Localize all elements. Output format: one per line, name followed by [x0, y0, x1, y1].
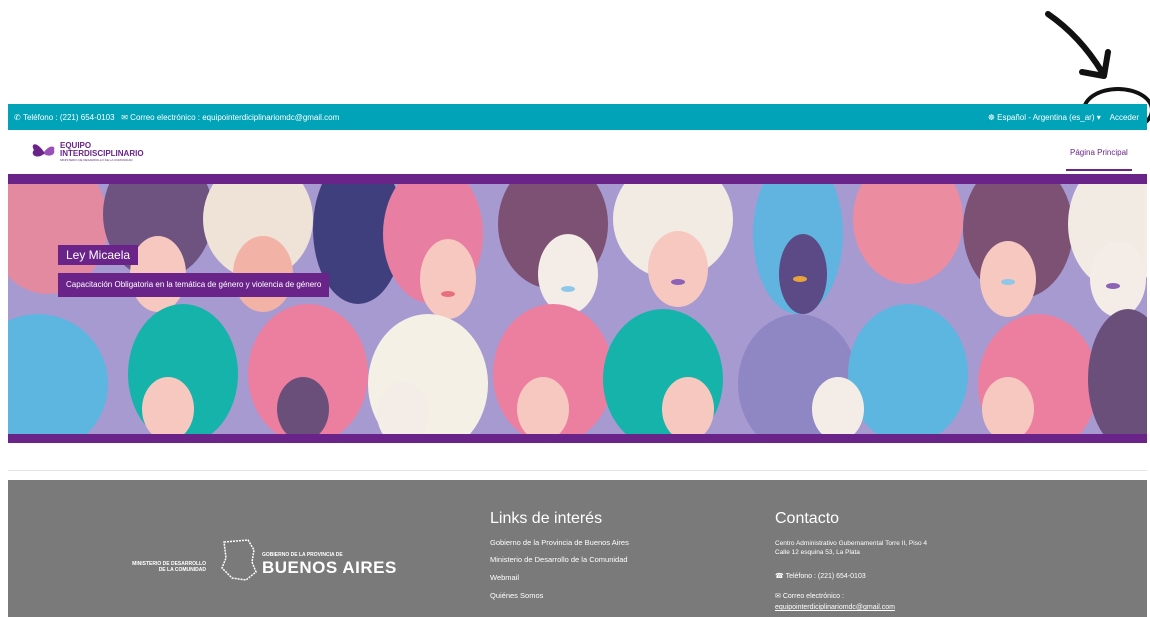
- footer-gov-logo-big: BUENOS AIRES: [262, 558, 397, 577]
- logo-line2: INTERDISCIPLINARIO: [60, 149, 144, 158]
- butterfly-logo-icon[interactable]: [30, 140, 58, 164]
- navbar: EQUIPO INTERDISCIPLINARIO MINISTERIO DE …: [8, 130, 1147, 174]
- contact-title: Contacto: [775, 510, 840, 527]
- phone-icon: ☎: [775, 573, 784, 580]
- hero-title: Ley Micaela: [58, 245, 139, 265]
- logo-text[interactable]: EQUIPO INTERDISCIPLINARIO: [60, 142, 144, 158]
- contact-email-label: ✉ Correo electrónico :: [775, 592, 844, 600]
- topbar-email[interactable]: Correo electrónico : equipointerdiciplin…: [130, 113, 339, 122]
- chevron-down-icon[interactable]: ▾: [1097, 113, 1101, 122]
- language-selector[interactable]: Español - Argentina (es_ar): [997, 113, 1094, 122]
- mail-icon: ✉: [775, 593, 781, 600]
- contact-email-label-text: Correo electrónico :: [782, 593, 844, 600]
- hero-top-band: [8, 174, 1147, 184]
- hero-bottom-band: [8, 434, 1147, 443]
- contact-address-line1: Centro Administrativo Gubernamental Torr…: [775, 540, 927, 547]
- contact-phone-text: Teléfono : (221) 654-0103: [785, 573, 866, 580]
- hero-subtitle: Capacitación Obligatoria en la temática …: [58, 273, 330, 297]
- province-map-icon: [221, 539, 257, 581]
- links-title: Links de interés: [490, 510, 603, 527]
- top-bar: ✆ Teléfono : (221) 654-0103 ✉ Correo ele…: [8, 104, 1147, 130]
- topbar-phone: Teléfono : (221) 654-0103: [22, 113, 115, 123]
- footer-link-ministry[interactable]: Ministerio de Desarrollo de la Comunidad: [490, 555, 628, 564]
- logo-subtext: MINISTERIO DE DESARROLLO DE LA COMUNIDAD: [60, 158, 133, 162]
- language-icon: ☸: [987, 113, 995, 123]
- annotation-arrow-icon: [1045, 11, 1111, 79]
- women-crowd-illustration: [8, 184, 1147, 434]
- nav-home-link[interactable]: Página Principal: [1070, 148, 1128, 157]
- hero-illustration: [8, 184, 1147, 434]
- footer-ministry-logo-text: MINISTERIO DE DESARROLLO DE LA COMUNIDAD: [132, 561, 206, 573]
- content-divider: [8, 470, 1147, 471]
- contact-email-link[interactable]: equipointerdiciplinariomdc@gmail.com: [775, 604, 895, 611]
- footer-link-about[interactable]: Quiénes Somos: [490, 591, 543, 600]
- login-link[interactable]: Acceder: [1110, 113, 1139, 122]
- contact-phone: ☎ Teléfono : (221) 654-0103: [775, 572, 866, 580]
- footer-link-gov[interactable]: Gobierno de la Provincia de Buenos Aires: [490, 538, 629, 547]
- nav-active-indicator: [1066, 169, 1132, 171]
- contact-address-line2: Calle 12 esquina 53, La Plata: [775, 549, 860, 556]
- phone-icon: ✆: [14, 113, 21, 123]
- mail-icon: ✉: [121, 113, 128, 123]
- footer-link-webmail[interactable]: Webmail: [490, 573, 519, 582]
- footer: MINISTERIO DE DESARROLLO DE LA COMUNIDAD…: [8, 480, 1147, 617]
